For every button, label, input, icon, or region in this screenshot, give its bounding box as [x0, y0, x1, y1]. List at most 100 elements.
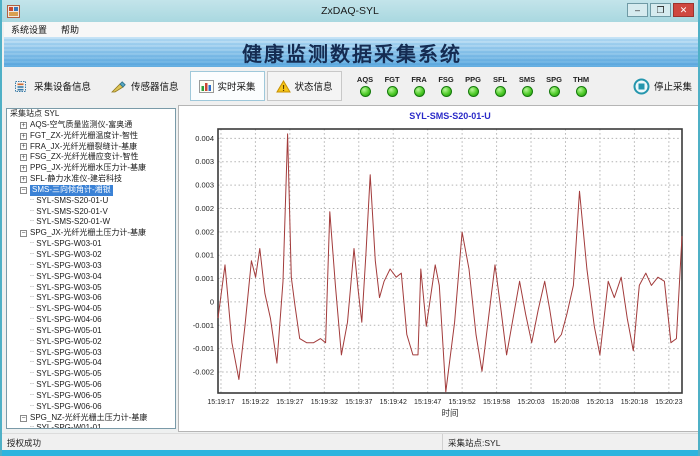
x-tick-label: 15:19:58 [483, 399, 510, 406]
stop-collect-label: 停止采集 [654, 79, 692, 93]
tree-item[interactable]: ┄SYL-SMS-S20-01-W [7, 217, 175, 228]
close-button[interactable]: ✕ [673, 3, 694, 17]
led-indicator-fra: FRA [406, 75, 433, 97]
tree-item[interactable]: ┄SYL-SPG-W01-01 [7, 423, 175, 429]
tree-item-label-selected: SMS-三向倾角计-湘银 [30, 185, 113, 196]
toolbar-button-3[interactable]: !状态信息 [267, 71, 342, 101]
tree-item[interactable]: −SPG_JX-光纤光栅土压力计-基康 [7, 228, 175, 239]
tree-item[interactable]: +FSG_ZX-光纤光栅应变计-智性 [7, 152, 175, 163]
led-label: THM [573, 75, 589, 84]
tree-item[interactable]: +FGT_ZX-光纤光栅温度计-智性 [7, 131, 175, 142]
tree-item[interactable]: ┄SYL-SPG-W05-02 [7, 337, 175, 348]
realtime-line-chart: SYL-SMS-S20-01-U15:19:1715:19:2215:19:27… [179, 106, 698, 431]
tree-item-label: SYL-SPG-W06-06 [36, 402, 101, 413]
expand-icon[interactable]: + [20, 143, 27, 150]
tree-item[interactable]: ┄SYL-SPG-W03-04 [7, 272, 175, 283]
x-tick-label: 15:20:08 [552, 399, 579, 406]
toolbar-button-2[interactable]: 实时采集 [190, 71, 265, 101]
collapse-icon[interactable]: − [20, 230, 27, 237]
tree-item[interactable]: ┄SYL-SPG-W03-01 [7, 239, 175, 250]
tree-line: ┄ [30, 272, 34, 283]
led-label: SMS [519, 75, 535, 84]
tree-item[interactable]: ┄SYL-SPG-W04-05 [7, 304, 175, 315]
menu-item-1[interactable]: 帮助 [54, 23, 86, 36]
tree-item-label: SYL-SMS-S20-01-U [36, 196, 108, 207]
tree-line: ┄ [30, 369, 34, 380]
tree-item[interactable]: ┄SYL-SPG-W05-03 [7, 348, 175, 359]
tree-item-label: SYL-SPG-W03-01 [36, 239, 101, 250]
expand-icon[interactable]: + [20, 122, 27, 129]
tree-item-label: SYL-SPG-W01-01 [36, 423, 101, 429]
tree-item-label: SYL-SMS-S20-01-V [36, 207, 108, 218]
tree-item[interactable]: ┄SYL-SPG-W03-03 [7, 261, 175, 272]
expand-icon[interactable]: + [20, 154, 27, 161]
tree-item-label: SYL-SPG-W05-01 [36, 326, 101, 337]
tree-item[interactable]: ┄SYL-SPG-W05-04 [7, 358, 175, 369]
tree-item[interactable]: 采集站点 SYL [7, 109, 175, 120]
tree-item[interactable]: ┄SYL-SPG-W05-06 [7, 380, 175, 391]
led-label: PPG [465, 75, 481, 84]
green-led-icon [360, 86, 371, 97]
tree-item[interactable]: ┄SYL-SPG-W05-01 [7, 326, 175, 337]
tree-line: ┄ [30, 315, 34, 326]
tree-item[interactable]: ┄SYL-SPG-W03-05 [7, 283, 175, 294]
led-label: SFL [493, 75, 507, 84]
tree-item-label: SYL-SPG-W03-06 [36, 293, 101, 304]
stop-collect-button[interactable]: 停止采集 [633, 78, 692, 95]
tree-item[interactable]: ┄SYL-SPG-W05-05 [7, 369, 175, 380]
tree-item[interactable]: ┄SYL-SPG-W03-06 [7, 293, 175, 304]
chart-panel: SYL-SMS-S20-01-U15:19:1715:19:2215:19:27… [178, 105, 699, 432]
tree-item[interactable]: −SMS-三向倾角计-湘银 [7, 185, 175, 196]
station-status-text: 采集站点:SYL [442, 434, 500, 451]
plot-frame [218, 129, 682, 393]
toolbar-button-1[interactable]: 传感器信息 [102, 71, 188, 101]
tree-item[interactable]: +SFL-静力水准仪-建岩科技 [7, 174, 175, 185]
tree-item[interactable]: ┄SYL-SPG-W06-05 [7, 391, 175, 402]
tree-item[interactable]: ┄SYL-SPG-W03-02 [7, 250, 175, 261]
auth-status-text: 授权成功 [7, 437, 41, 449]
app-banner: 健康监测数据采集系统 [4, 37, 700, 67]
data-series-line [218, 134, 682, 392]
x-tick-label: 15:20:18 [621, 399, 648, 406]
led-indicator-sms: SMS [514, 75, 541, 97]
x-tick-label: 15:20:03 [517, 399, 544, 406]
banner-title: 健康监测数据采集系统 [242, 38, 462, 67]
toolbar-button-0[interactable]: 采集设备信息 [6, 71, 100, 101]
tree-item[interactable]: +FRA_JX-光纤光栅裂缝计-基康 [7, 142, 175, 153]
y-tick-label: 0 [210, 297, 214, 306]
tree-item[interactable]: +AQS-空气质量监测仪-富奥通 [7, 120, 175, 131]
expand-icon[interactable]: + [20, 176, 27, 183]
toolbar: 采集设备信息传感器信息实时采集!状态信息 AQSFGTFRAFSGPPGSFLS… [4, 67, 700, 106]
tree-item-label: SYL-SPG-W03-02 [36, 250, 101, 261]
collapse-icon[interactable]: − [20, 187, 27, 194]
stop-icon [633, 78, 650, 95]
tree-item[interactable]: −SPG_NZ-光纤光栅土压力计-基康 [7, 413, 175, 424]
tree-item-label: FSG_ZX-光纤光栅应变计-智性 [30, 152, 138, 163]
expand-icon[interactable]: + [20, 133, 27, 140]
x-tick-label: 15:20:23 [655, 399, 682, 406]
y-tick-label: -0.001 [193, 321, 214, 330]
maximize-button[interactable]: ❐ [650, 3, 671, 17]
tree-line: ┄ [30, 358, 34, 369]
tree-item[interactable]: ┄SYL-SMS-S20-01-U [7, 196, 175, 207]
tree-item[interactable]: ┄SYL-SPG-W06-06 [7, 402, 175, 413]
y-tick-label: 0.002 [195, 227, 214, 236]
green-led-icon [468, 86, 479, 97]
x-axis-title: 时间 [441, 408, 458, 418]
y-tick-label: 0.001 [195, 274, 214, 283]
tree-item-label: FRA_JX-光纤光栅裂缝计-基康 [30, 142, 137, 153]
x-tick-label: 15:20:13 [586, 399, 613, 406]
toolbar-button-label: 实时采集 [218, 79, 256, 93]
tree-item[interactable]: +PPG_JX-光纤光栅水压力计-基康 [7, 163, 175, 174]
expand-icon[interactable]: + [20, 165, 27, 172]
tree-item-label: FGT_ZX-光纤光栅温度计-智性 [30, 131, 138, 142]
tree-item[interactable]: ┄SYL-SMS-S20-01-V [7, 207, 175, 218]
minimize-button[interactable]: – [627, 3, 648, 17]
tree-item-label: SYL-SPG-W03-04 [36, 272, 101, 283]
tree-line: ┄ [30, 304, 34, 315]
tree-line: ┄ [30, 337, 34, 348]
tree-item[interactable]: ┄SYL-SPG-W04-06 [7, 315, 175, 326]
menu-item-0[interactable]: 系统设置 [4, 23, 54, 36]
tree-item-label: SYL-SPG-W05-03 [36, 348, 101, 359]
collapse-icon[interactable]: − [20, 415, 27, 422]
